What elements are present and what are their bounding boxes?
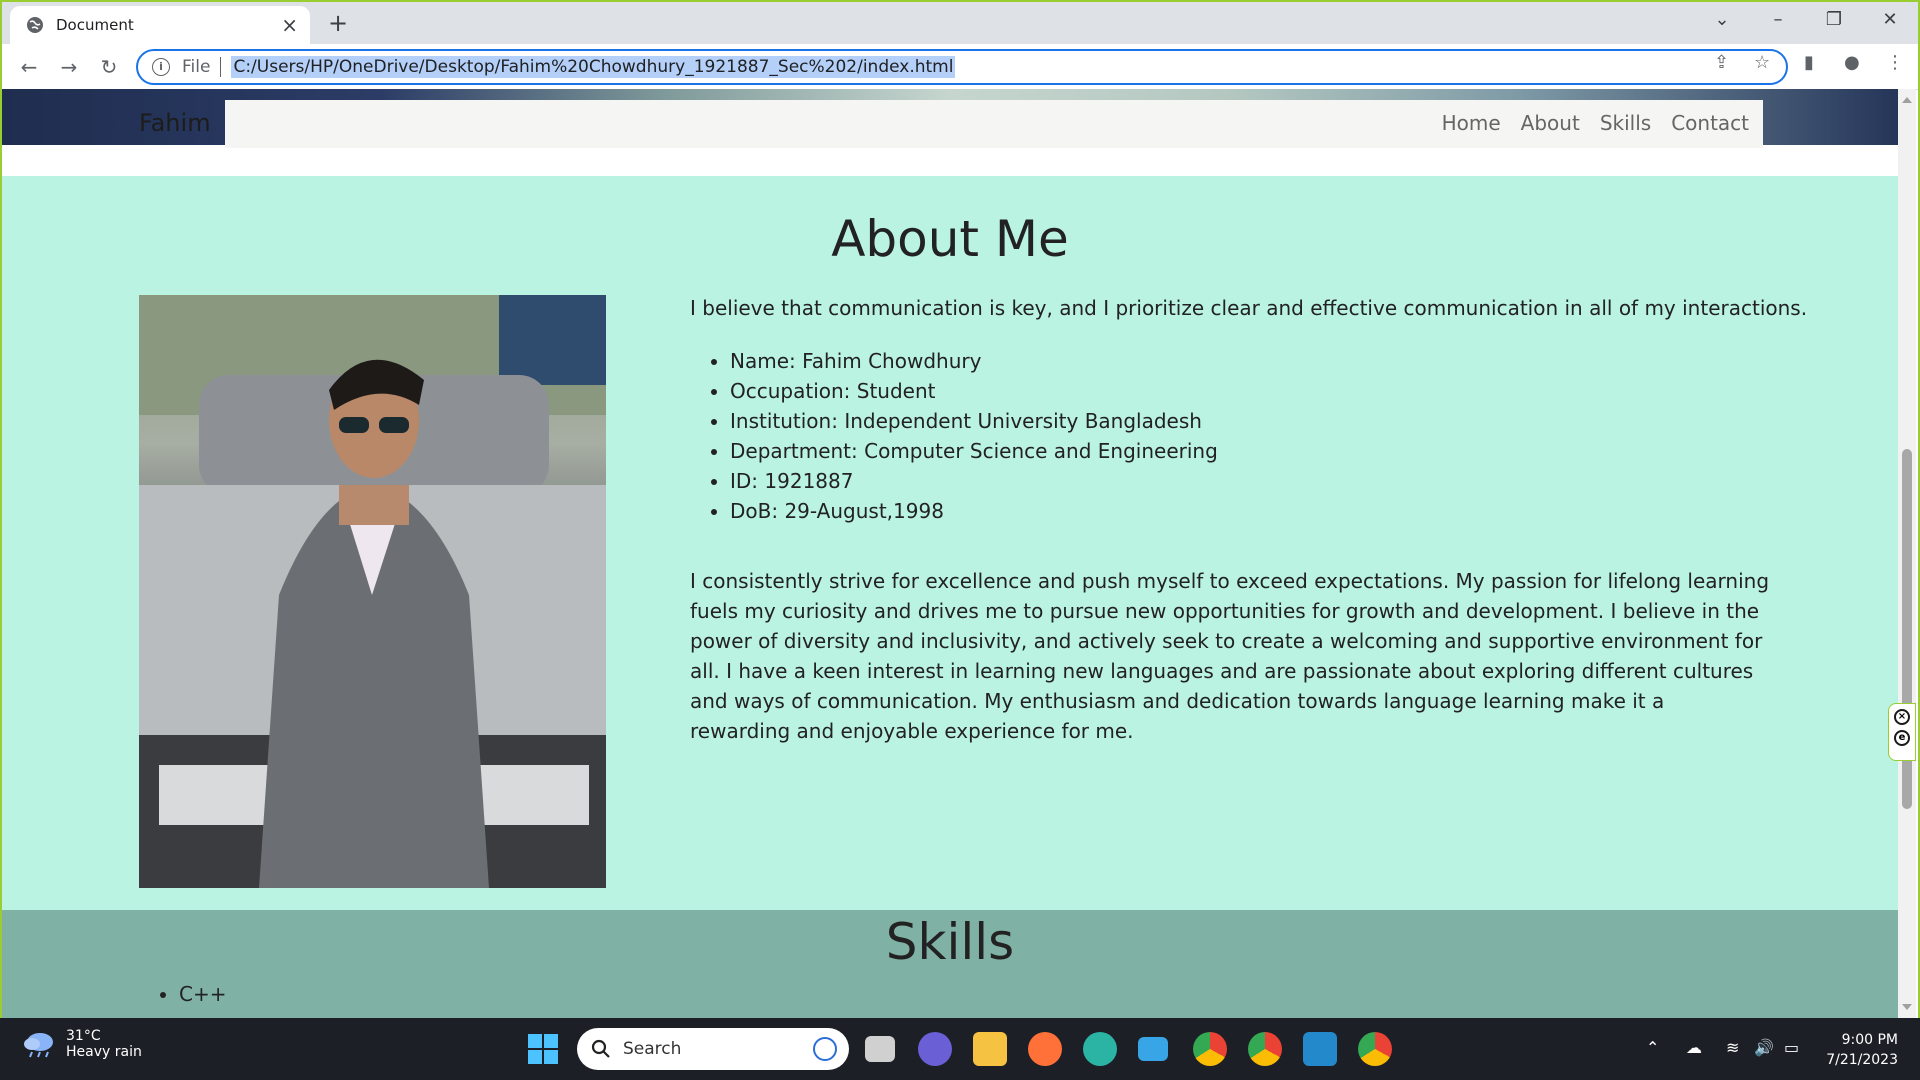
windows-taskbar: 31°C Heavy rain Search ⌃ ☁ ≋ 🔊 ▭ 9:00 PM… xyxy=(0,1018,1920,1080)
side-panel-icon[interactable]: ▮ xyxy=(1804,52,1814,73)
tray-chevron-icon[interactable]: ⌃ xyxy=(1646,1038,1659,1057)
bing-icon[interactable] xyxy=(813,1037,837,1061)
about-heading: About Me xyxy=(831,210,1069,268)
fact-department: Department: Computer Science and Enginee… xyxy=(730,436,1218,466)
tab-close-icon[interactable]: × xyxy=(281,15,298,35)
chrome-profile-icon[interactable] xyxy=(1248,1032,1282,1066)
tab-search-icon[interactable]: ⌄ xyxy=(1702,8,1742,32)
weather-widget[interactable]: 31°C Heavy rain xyxy=(22,1028,142,1060)
page-viewport: Fahim Home About Skills Contact About Me xyxy=(2,89,1898,1018)
extension-side-widget[interactable]: × e xyxy=(1888,703,1916,761)
scroll-up-icon[interactable] xyxy=(1902,97,1912,103)
globe-icon xyxy=(27,17,43,33)
about-section: About Me I believe that communication is… xyxy=(2,176,1898,910)
skills-heading: Skills xyxy=(885,913,1015,971)
chrome-icon[interactable] xyxy=(1193,1032,1227,1066)
fact-dob: DoB: 29-August,1998 xyxy=(730,496,1218,526)
page-scrollbar[interactable] xyxy=(1898,89,1916,1018)
wifi-icon[interactable]: ≋ xyxy=(1726,1038,1739,1057)
scroll-down-icon[interactable] xyxy=(1902,1004,1912,1010)
nav-link-contact[interactable]: Contact xyxy=(1671,111,1749,135)
volume-icon[interactable]: 🔊 xyxy=(1754,1038,1774,1057)
fact-occupation: Occupation: Student xyxy=(730,376,1218,406)
onedrive-icon[interactable]: ☁ xyxy=(1686,1038,1702,1057)
close-circle-icon[interactable]: × xyxy=(1894,709,1910,725)
bookmark-star-icon[interactable]: ☆ xyxy=(1754,52,1770,73)
file-explorer-icon[interactable] xyxy=(973,1032,1007,1066)
profile-icon[interactable]: ● xyxy=(1844,52,1860,73)
nav-link-skills[interactable]: Skills xyxy=(1600,111,1651,135)
back-icon[interactable]: ← xyxy=(16,54,42,80)
forward-icon[interactable]: → xyxy=(56,54,82,80)
windows-start-icon[interactable] xyxy=(528,1034,558,1064)
url-text[interactable]: C:/Users/HP/OneDrive/Desktop/Fahim%20Cho… xyxy=(231,56,956,78)
brand-logo[interactable]: Fahim xyxy=(139,109,211,137)
fact-id: ID: 1921887 xyxy=(730,466,1218,496)
search-label: Search xyxy=(623,1039,682,1059)
chat-icon[interactable] xyxy=(918,1032,952,1066)
weather-condition: Heavy rain xyxy=(66,1044,142,1060)
tab-document[interactable]: Document × xyxy=(10,6,310,44)
about-bio: I consistently strive for excellence and… xyxy=(690,569,1770,743)
skill-item: C++ xyxy=(179,982,226,1006)
tab-strip: Document × + ⌄ – ❐ ✕ xyxy=(2,2,1918,44)
fact-institution: Institution: Independent University Bang… xyxy=(730,406,1218,436)
minimize-icon[interactable]: – xyxy=(1758,8,1798,32)
edge-e-icon[interactable]: e xyxy=(1894,730,1910,746)
app-icon[interactable] xyxy=(1138,1037,1168,1061)
menu-icon[interactable]: ⋮ xyxy=(1886,52,1904,73)
about-facts-list: Name: Fahim Chowdhury Occupation: Studen… xyxy=(730,346,1218,526)
tab-title: Document xyxy=(56,16,134,34)
skills-list: C++ xyxy=(179,982,226,1006)
about-intro: I believe that communication is key, and… xyxy=(690,296,1808,320)
nav-link-home[interactable]: Home xyxy=(1442,111,1501,135)
search-icon xyxy=(591,1039,610,1058)
restore-icon[interactable]: ❐ xyxy=(1814,8,1854,32)
battery-icon[interactable]: ▭ xyxy=(1784,1038,1799,1057)
nav-bar: Home About Skills Contact xyxy=(225,100,1763,148)
url-separator xyxy=(220,57,222,77)
url-scheme: File xyxy=(182,57,211,77)
edge-icon[interactable] xyxy=(1083,1032,1117,1066)
clock-time: 9:00 PM xyxy=(1841,1032,1898,1048)
clock[interactable]: 9:00 PM 7/21/2023 xyxy=(1820,1030,1898,1070)
profile-photo xyxy=(139,295,606,888)
taskbar-search[interactable]: Search xyxy=(577,1028,849,1070)
new-tab-icon[interactable]: + xyxy=(328,11,348,35)
reload-icon[interactable]: ↻ xyxy=(96,54,122,80)
share-icon[interactable]: ⇪ xyxy=(1714,52,1729,73)
browser-toolbar: ← → ↻ i File C:/Users/HP/OneDrive/Deskto… xyxy=(2,44,1918,90)
clock-date: 7/21/2023 xyxy=(1826,1052,1898,1068)
fact-name: Name: Fahim Chowdhury xyxy=(730,346,1218,376)
chrome-active-icon[interactable] xyxy=(1358,1032,1392,1066)
profile-photo-illustration xyxy=(139,295,606,888)
firefox-icon[interactable] xyxy=(1028,1032,1062,1066)
address-bar[interactable]: i File C:/Users/HP/OneDrive/Desktop/Fahi… xyxy=(136,49,1788,85)
site-info-icon[interactable]: i xyxy=(152,58,170,76)
rain-cloud-icon xyxy=(24,1033,53,1058)
close-window-icon[interactable]: ✕ xyxy=(1870,8,1910,32)
skills-section: Skills C++ xyxy=(2,910,1898,1018)
task-view-icon[interactable] xyxy=(865,1036,895,1062)
nav-link-about[interactable]: About xyxy=(1521,111,1580,135)
vscode-icon[interactable] xyxy=(1303,1032,1337,1066)
weather-temp: 31°C xyxy=(66,1028,101,1044)
